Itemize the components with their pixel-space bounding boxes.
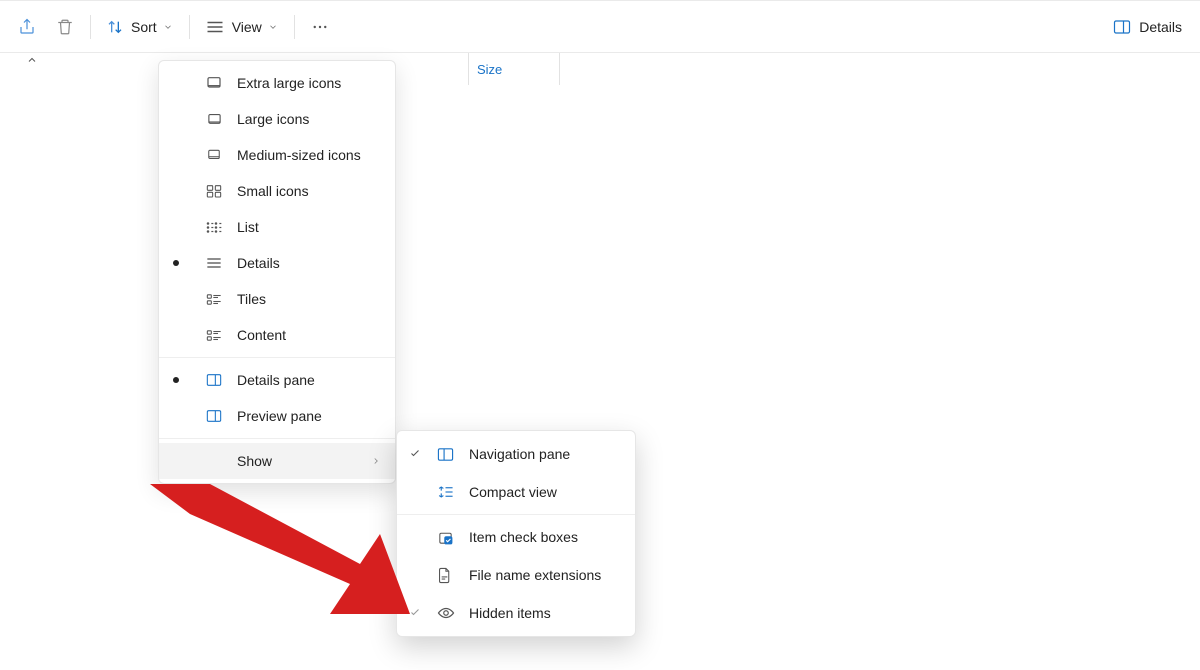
- show-submenu: Navigation pane Compact view Item check …: [396, 430, 636, 637]
- submenu-item-hidden-items[interactable]: Hidden items: [397, 594, 635, 632]
- submenu-item-label: File name extensions: [469, 567, 601, 583]
- share-button[interactable]: [8, 9, 46, 45]
- menu-item-list[interactable]: List: [159, 209, 395, 245]
- annotation-arrow-icon: [150, 484, 410, 644]
- share-icon: [18, 18, 36, 36]
- selected-bullet-icon: [173, 260, 179, 266]
- chevron-down-icon: [163, 22, 173, 32]
- submenu-item-label: Compact view: [469, 484, 557, 500]
- item-check-boxes-icon: [437, 530, 457, 545]
- file-name-extensions-icon: [437, 567, 457, 584]
- tiles-icon: [205, 290, 223, 308]
- menu-item-small-icons[interactable]: Small icons: [159, 173, 395, 209]
- submenu-item-label: Item check boxes: [469, 529, 578, 545]
- navigation-pane-icon: [437, 447, 457, 462]
- hidden-items-icon: [437, 606, 457, 620]
- compact-view-icon: [437, 485, 457, 499]
- toolbar-separator: [90, 15, 91, 39]
- details-pane-icon: [1113, 19, 1131, 35]
- delete-button[interactable]: [46, 9, 84, 45]
- trash-icon: [56, 18, 74, 36]
- content-icon: [205, 326, 223, 344]
- details-view-icon: [205, 254, 223, 272]
- sort-label: Sort: [131, 19, 157, 35]
- menu-item-label: Small icons: [237, 183, 309, 199]
- large-icons-icon: [205, 110, 223, 128]
- toolbar-separator: [189, 15, 190, 39]
- menu-item-label: Details: [237, 255, 280, 271]
- menu-item-label: Show: [237, 453, 272, 469]
- menu-item-label: Details pane: [237, 372, 315, 388]
- submenu-item-item-check-boxes[interactable]: Item check boxes: [397, 518, 635, 556]
- menu-item-label: Medium-sized icons: [237, 147, 361, 163]
- menu-item-extra-large-icons[interactable]: Extra large icons: [159, 65, 395, 101]
- selected-bullet-icon: [173, 377, 179, 383]
- list-icon: [205, 218, 223, 236]
- submenu-item-compact-view[interactable]: Compact view: [397, 473, 635, 511]
- toolbar-right: Details: [1103, 9, 1192, 45]
- view-list-icon: [206, 20, 224, 34]
- menu-item-tiles[interactable]: Tiles: [159, 281, 395, 317]
- submenu-item-navigation-pane[interactable]: Navigation pane: [397, 435, 635, 473]
- menu-item-preview-pane[interactable]: Preview pane: [159, 398, 395, 434]
- submenu-item-file-name-extensions[interactable]: File name extensions: [397, 556, 635, 594]
- menu-item-large-icons[interactable]: Large icons: [159, 101, 395, 137]
- view-button[interactable]: View: [196, 9, 288, 45]
- menu-item-label: List: [237, 219, 259, 235]
- submenu-item-label: Hidden items: [469, 605, 551, 621]
- menu-item-label: Preview pane: [237, 408, 322, 424]
- view-menu: Extra large icons Large icons Medium-siz…: [158, 60, 396, 484]
- submenu-item-label: Navigation pane: [469, 446, 570, 462]
- chevron-down-icon: [268, 22, 278, 32]
- small-icons-icon: [205, 182, 223, 200]
- toolbar-separator: [294, 15, 295, 39]
- details-label: Details: [1139, 19, 1182, 35]
- sort-icon: [107, 19, 123, 35]
- column-header-size[interactable]: Size: [468, 53, 560, 85]
- column-header-size-label: Size: [477, 62, 502, 77]
- menu-item-medium-icons[interactable]: Medium-sized icons: [159, 137, 395, 173]
- chevron-right-icon: [371, 453, 381, 469]
- ellipsis-icon: [311, 18, 329, 36]
- toolbar: Sort View Details: [0, 0, 1200, 53]
- extra-large-icons-icon: [205, 74, 223, 92]
- submenu-separator: [397, 514, 635, 515]
- menu-item-details-pane[interactable]: Details pane: [159, 362, 395, 398]
- menu-separator: [159, 357, 395, 358]
- details-pane-icon: [205, 371, 223, 389]
- menu-item-show[interactable]: Show: [159, 443, 395, 479]
- sort-button[interactable]: Sort: [97, 9, 183, 45]
- menu-item-content[interactable]: Content: [159, 317, 395, 353]
- menu-item-label: Extra large icons: [237, 75, 341, 91]
- more-button[interactable]: [301, 9, 339, 45]
- details-pane-toggle[interactable]: Details: [1103, 9, 1192, 45]
- check-icon: [409, 605, 421, 621]
- view-label: View: [232, 19, 262, 35]
- menu-item-label: Content: [237, 327, 286, 343]
- menu-item-label: Large icons: [237, 111, 309, 127]
- check-icon: [409, 446, 421, 462]
- preview-pane-icon: [205, 407, 223, 425]
- menu-item-details[interactable]: Details: [159, 245, 395, 281]
- menu-item-label: Tiles: [237, 291, 266, 307]
- chevron-up-icon[interactable]: [26, 54, 38, 69]
- medium-icons-icon: [205, 146, 223, 164]
- menu-separator: [159, 438, 395, 439]
